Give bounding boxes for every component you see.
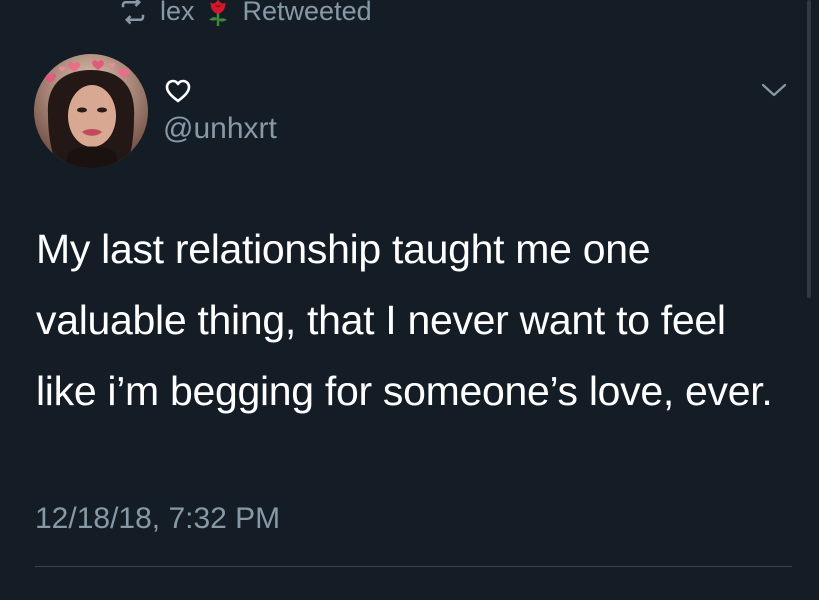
divider <box>35 566 792 567</box>
avatar[interactable] <box>34 54 148 168</box>
author-handle[interactable]: @unhxrt <box>163 112 277 146</box>
retweet-label: Retweeted <box>242 0 372 26</box>
tweet-screen: lex Retweeted @unhxrt My last relationsh… <box>0 0 819 600</box>
heart-outline-icon <box>165 79 191 103</box>
retweet-context[interactable]: lex Retweeted <box>118 0 372 28</box>
retweeter-name[interactable]: lex <box>160 0 195 27</box>
rose-icon <box>208 0 227 26</box>
retweet-icon <box>121 0 145 25</box>
tweet-text: My last relationship taught me one valua… <box>36 226 773 414</box>
tweet-timestamp[interactable]: 12/18/18, 7:32 PM <box>35 502 280 536</box>
chevron-down-icon[interactable] <box>760 80 788 100</box>
scrollbar[interactable] <box>807 0 811 298</box>
avatar-photo <box>34 54 148 168</box>
